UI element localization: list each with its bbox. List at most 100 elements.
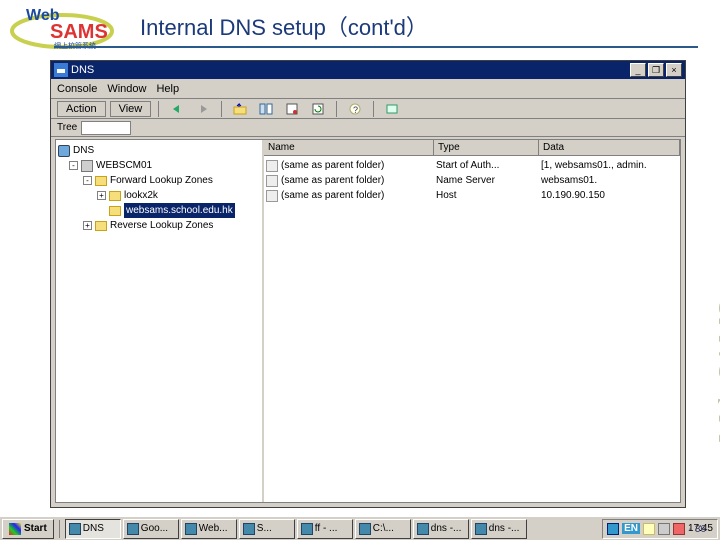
server-icon <box>81 160 93 172</box>
taskbar-task[interactable]: Goo... <box>123 519 179 539</box>
tree-flz-label: Forward Lookup Zones <box>110 173 213 188</box>
logo-sams: SAMS <box>50 21 108 43</box>
refresh-icon[interactable] <box>307 100 329 118</box>
record-type: Name Server <box>436 173 541 188</box>
tree-zone-selected-label: websams.school.edu.hk <box>124 203 235 218</box>
slide-title: Internal DNS setup（cont'd） <box>140 10 720 42</box>
taskbar-task[interactable]: DNS <box>65 519 121 539</box>
help-icon[interactable]: ? <box>344 100 366 118</box>
tray-icon[interactable] <box>673 523 685 535</box>
titlebar[interactable]: DNS _ ❐ × <box>51 61 685 79</box>
dns-root-icon <box>58 145 70 157</box>
taskbar-task[interactable]: ff - ... <box>297 519 353 539</box>
task-icon <box>475 523 487 535</box>
back-button[interactable] <box>166 100 188 118</box>
collapse-icon[interactable]: - <box>69 161 78 170</box>
collapse-icon[interactable]: - <box>83 176 92 185</box>
taskbar-task[interactable]: C:\... <box>355 519 411 539</box>
view-menu[interactable]: View <box>110 101 152 117</box>
details-list[interactable]: Name Type Data (same as parent folder)St… <box>264 140 680 502</box>
tree-root[interactable]: DNS <box>58 143 260 158</box>
forward-button[interactable] <box>192 100 214 118</box>
folder-icon <box>109 191 121 201</box>
tray-lang-icon[interactable] <box>607 523 619 535</box>
tree-root-label: DNS <box>73 143 94 158</box>
record-icon <box>266 190 278 202</box>
header-rule <box>54 46 698 48</box>
watermark: Web.SAMS <box>714 300 720 442</box>
extra-tool-icon[interactable] <box>381 100 403 118</box>
col-name[interactable]: Name <box>264 140 434 155</box>
windows-flag-icon <box>9 523 21 535</box>
minimize-button[interactable]: _ <box>630 63 646 77</box>
tree-bar: Tree <box>51 119 685 137</box>
record-data: websams01. <box>541 173 678 188</box>
dns-mmc-window: DNS _ ❐ × Console Window Help Action Vie… <box>50 60 686 508</box>
record-row[interactable]: (same as parent folder)Host10.190.90.150 <box>266 188 678 203</box>
tree-path-input[interactable] <box>81 121 131 135</box>
expand-icon[interactable]: + <box>83 221 92 230</box>
panes: DNS - WEBSCM01 - Forward Lookup Zones + … <box>55 139 681 503</box>
expand-icon[interactable]: + <box>97 191 106 200</box>
start-label: Start <box>24 523 47 534</box>
menu-console[interactable]: Console <box>57 83 97 95</box>
dns-app-icon <box>54 63 68 77</box>
window-title: DNS <box>71 64 94 76</box>
task-icon <box>243 523 255 535</box>
svg-text:?: ? <box>353 105 358 115</box>
record-row[interactable]: (same as parent folder)Start of Auth...[… <box>266 158 678 173</box>
tray-icon[interactable] <box>658 523 670 535</box>
scope-tree[interactable]: DNS - WEBSCM01 - Forward Lookup Zones + … <box>56 140 264 502</box>
taskbar-task[interactable]: dns -... <box>413 519 469 539</box>
tree-zone-0[interactable]: + lookx2k <box>58 188 260 203</box>
task-icon <box>69 523 81 535</box>
task-label: S... <box>257 523 272 534</box>
toolbar: Action View ? <box>51 99 685 119</box>
menu-window[interactable]: Window <box>107 83 146 95</box>
start-button[interactable]: Start <box>2 519 54 539</box>
tree-rlz[interactable]: + Reverse Lookup Zones <box>58 218 260 233</box>
record-icon <box>266 160 278 172</box>
task-label: Goo... <box>141 523 168 534</box>
restore-button[interactable]: ❐ <box>648 63 664 77</box>
task-label: Web... <box>199 523 228 534</box>
task-label: DNS <box>83 523 104 534</box>
record-name: (same as parent folder) <box>281 158 384 173</box>
action-menu[interactable]: Action <box>57 101 106 117</box>
tree-server-label: WEBSCM01 <box>96 158 152 173</box>
taskbar-task[interactable]: Web... <box>181 519 237 539</box>
record-data: 10.190.90.150 <box>541 188 678 203</box>
task-icon <box>185 523 197 535</box>
task-icon <box>127 523 139 535</box>
menu-help[interactable]: Help <box>156 83 179 95</box>
folder-icon <box>95 221 107 231</box>
taskbar: Start DNS Goo... Web... S... ff - ... C:\... d… <box>0 516 720 540</box>
task-label: C:\... <box>373 523 394 534</box>
task-label: dns -... <box>489 523 520 534</box>
tray-lang-label: EN <box>622 523 640 534</box>
tree-zone-0-label: lookx2k <box>124 188 158 203</box>
tree-server[interactable]: - WEBSCM01 <box>58 158 260 173</box>
taskbar-task[interactable]: S... <box>239 519 295 539</box>
record-data: [1, websams01., admin. <box>541 158 678 173</box>
record-name: (same as parent folder) <box>281 188 384 203</box>
properties-icon[interactable] <box>281 100 303 118</box>
column-headers[interactable]: Name Type Data <box>264 140 680 156</box>
tree-rlz-label: Reverse Lookup Zones <box>110 218 213 233</box>
show-hide-tree-icon[interactable] <box>255 100 277 118</box>
up-one-level-icon[interactable] <box>229 100 251 118</box>
taskbar-task[interactable]: dns -... <box>471 519 527 539</box>
record-name: (same as parent folder) <box>281 173 384 188</box>
task-icon <box>301 523 313 535</box>
col-type[interactable]: Type <box>434 140 539 155</box>
record-icon <box>266 175 278 187</box>
menubar: Console Window Help <box>51 79 685 99</box>
folder-icon <box>109 206 121 216</box>
task-label: ff - ... <box>315 523 338 534</box>
tree-zone-1[interactable]: websams.school.edu.hk <box>58 203 260 218</box>
close-button[interactable]: × <box>666 63 682 77</box>
record-row[interactable]: (same as parent folder) Name Serverwebsam… <box>266 173 678 188</box>
tray-icon[interactable] <box>643 523 655 535</box>
col-data[interactable]: Data <box>539 140 680 155</box>
tree-flz[interactable]: - Forward Lookup Zones <box>58 173 260 188</box>
